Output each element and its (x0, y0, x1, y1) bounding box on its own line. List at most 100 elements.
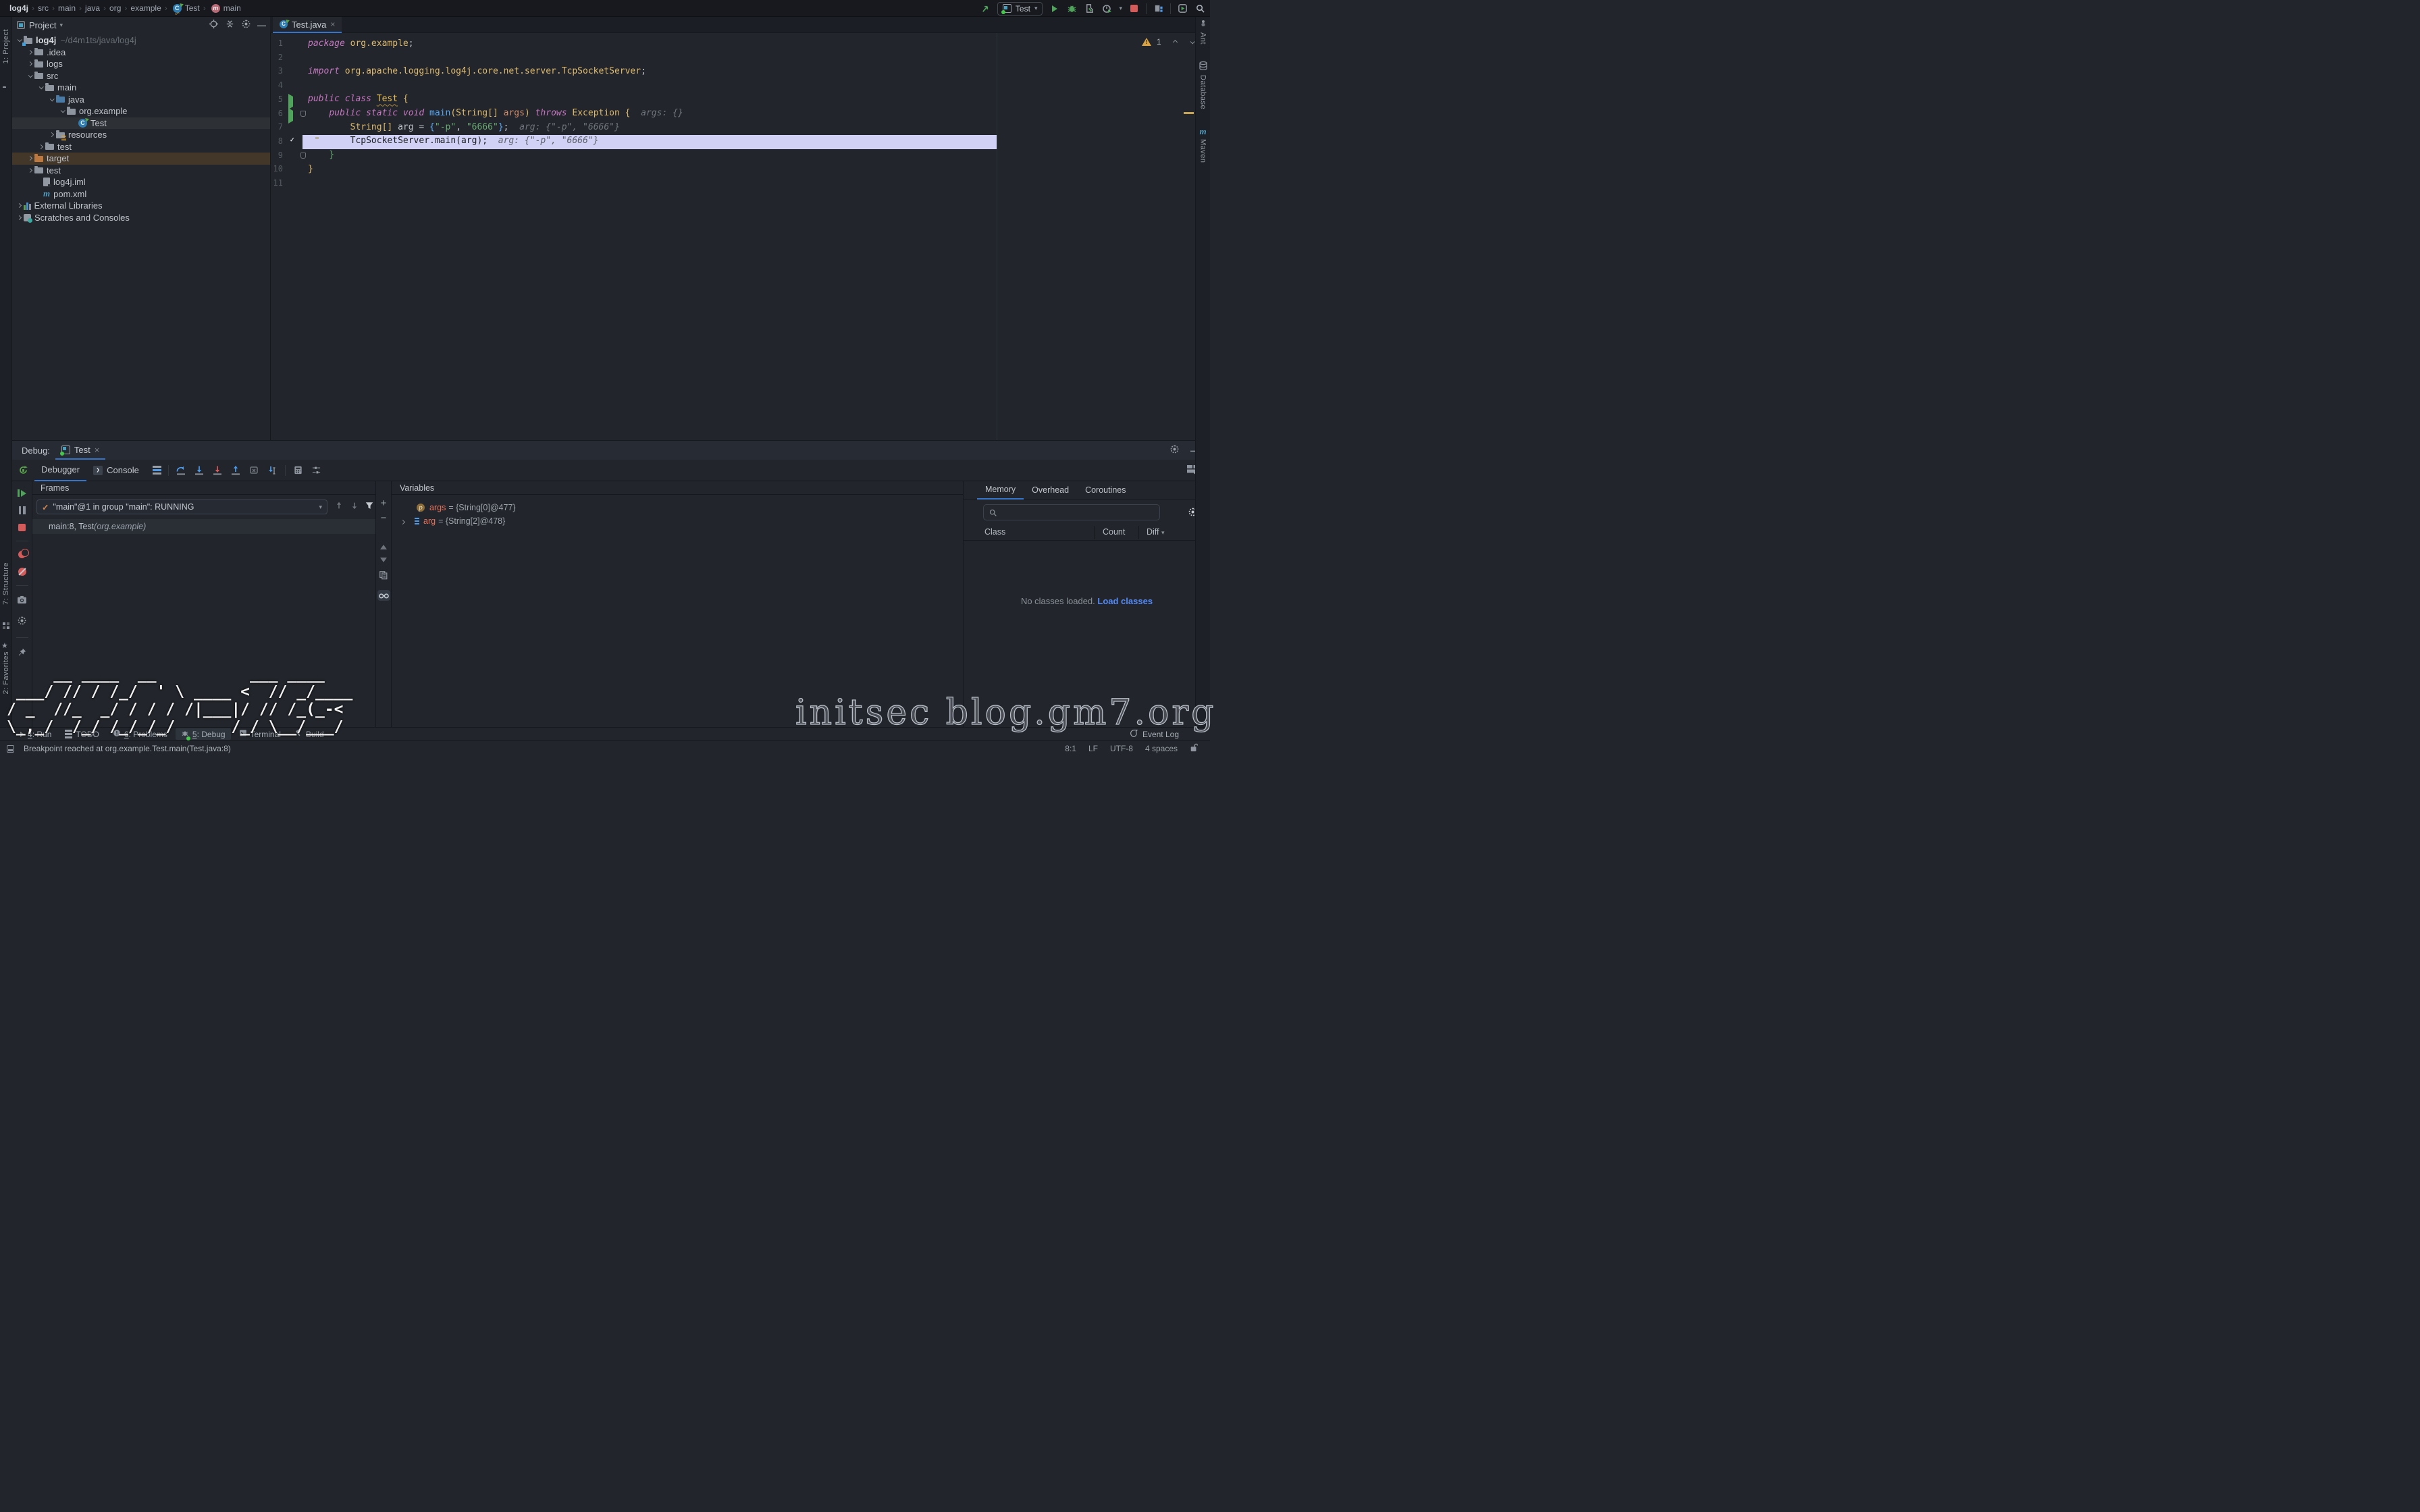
sidebar-item-project[interactable]: 1: Project (2, 29, 10, 65)
move-up-icon[interactable] (380, 545, 387, 549)
lock-open-icon[interactable] (1190, 743, 1198, 754)
run-gutter-icon[interactable] (288, 111, 293, 121)
column-class[interactable]: Class (984, 527, 1005, 537)
tree-row-package[interactable]: org.example (12, 105, 270, 117)
stop-button[interactable] (1128, 3, 1140, 14)
variable-row-arg[interactable]: arg = {String[2]@478} (392, 514, 963, 528)
sidebar-item-favorites[interactable]: 2: Favorites (2, 651, 10, 696)
frame-down-icon[interactable] (350, 501, 359, 512)
breadcrumb-src[interactable]: src (38, 3, 49, 13)
resume-button[interactable] (18, 489, 26, 497)
debug-button[interactable] (1066, 3, 1078, 14)
search-icon[interactable] (1194, 3, 1206, 14)
run-to-cursor-icon[interactable] (267, 464, 278, 476)
tree-row-scratches[interactable]: Scratches and Consoles (12, 212, 270, 224)
caret-position[interactable]: 8:1 (1065, 744, 1076, 753)
hide-panel-icon[interactable]: — (257, 20, 266, 30)
tree-row-target[interactable]: target (12, 153, 270, 165)
tab-memory[interactable]: Memory (977, 481, 1024, 500)
tree-row-root[interactable]: log4j ~/d4m1ts/java/log4j (12, 34, 270, 47)
expand-chevron-icon[interactable] (400, 520, 405, 524)
tree-row-java[interactable]: java (12, 94, 270, 106)
move-down-icon[interactable] (380, 558, 387, 562)
tree-row-logs[interactable]: logs (12, 58, 270, 70)
tree-row-test2-dir[interactable]: test (12, 165, 270, 177)
drop-frame-icon[interactable] (248, 464, 260, 476)
toolwindows-button[interactable] (1153, 3, 1164, 14)
tab-test-java[interactable]: C Test.java × (273, 17, 342, 33)
run-anything-button[interactable] (1177, 3, 1188, 14)
thread-dump-camera-icon[interactable] (17, 595, 27, 606)
filter-funnel-icon[interactable] (365, 501, 374, 512)
code-editor[interactable]: 1package org.example; 2 3import org.apac… (270, 33, 1195, 440)
run-gutter-icon[interactable] (288, 97, 293, 107)
view-breakpoints-icon[interactable] (18, 551, 26, 558)
tree-row-external-libraries[interactable]: External Libraries (12, 200, 270, 212)
evaluate-expression-icon[interactable] (292, 464, 304, 476)
update-app-icon[interactable] (980, 3, 991, 14)
step-over-icon[interactable] (194, 464, 205, 476)
indent-setting[interactable]: 4 spaces (1145, 744, 1178, 753)
collapse-all-icon[interactable] (225, 19, 235, 31)
breadcrumb-main[interactable]: main (58, 3, 76, 13)
tree-row-pom[interactable]: mpom.xml (12, 188, 270, 200)
project-panel-title[interactable]: Project (29, 20, 56, 30)
prev-warning-icon[interactable] (1173, 39, 1178, 44)
close-icon[interactable]: × (95, 445, 100, 455)
frame-row[interactable]: main:8, Test (org.example) (32, 519, 375, 534)
variable-row-args[interactable]: p args = {String[0]@477} (392, 501, 963, 514)
tree-row-idea[interactable]: .idea (12, 47, 270, 59)
load-classes-link[interactable]: Load classes (1097, 596, 1153, 606)
breadcrumb-java[interactable]: java (85, 3, 100, 13)
stop-button[interactable] (18, 524, 26, 531)
tab-console[interactable]: ❯ Console (86, 460, 146, 481)
toolwindow-todo[interactable]: TODO (59, 729, 104, 740)
mute-breakpoints-icon[interactable] (18, 568, 26, 576)
settings-rows-icon[interactable] (311, 464, 322, 476)
breadcrumb-example[interactable]: example (130, 3, 161, 13)
toolwindow-toggle-icon[interactable] (7, 745, 14, 753)
tree-row-test-dir[interactable]: test (12, 141, 270, 153)
toolwindow-run[interactable]: 4: Run (15, 729, 57, 740)
fold-marker-icon[interactable] (300, 153, 306, 159)
profiler-chevron-icon[interactable]: ▾ (1119, 5, 1122, 12)
profiler-button[interactable] (1101, 3, 1113, 14)
toolwindow-build[interactable]: Build (289, 728, 330, 740)
breadcrumb-method-main[interactable]: main (223, 3, 241, 13)
toolwindow-debug[interactable]: 5: Debug (176, 728, 231, 740)
duplicate-icon[interactable] (379, 570, 388, 582)
step-out-icon[interactable] (230, 464, 242, 476)
tab-coroutines[interactable]: Coroutines (1077, 481, 1134, 500)
coverage-button[interactable] (1084, 3, 1095, 14)
sidebar-item-maven[interactable]: Maven (1199, 139, 1207, 165)
watches-glasses-icon[interactable] (377, 590, 390, 601)
thread-selector[interactable]: ✓ "main"@1 in group "main": RUNNING ▾ (36, 500, 327, 514)
sidebar-item-database[interactable]: Database (1199, 75, 1207, 111)
column-count[interactable]: Count (1103, 527, 1125, 537)
add-watch-icon[interactable]: + (381, 500, 387, 507)
pause-button[interactable] (19, 506, 26, 514)
status-message[interactable]: Breakpoint reached at org.example.Test.m… (24, 744, 231, 753)
event-log-button[interactable]: Event Log (1130, 729, 1179, 740)
gear-icon[interactable] (241, 19, 251, 31)
chevron-down-icon[interactable]: ▾ (59, 22, 63, 29)
breadcrumb-project[interactable]: log4j (9, 3, 28, 13)
sidebar-item-ant[interactable]: Ant (1199, 32, 1207, 47)
toolwindow-problems[interactable]: 6: Problems (107, 728, 173, 740)
rerun-icon[interactable] (18, 464, 29, 476)
encoding[interactable]: UTF-8 (1110, 744, 1133, 753)
threads-view-icon[interactable] (153, 466, 161, 475)
line-separator[interactable]: LF (1088, 744, 1098, 753)
tree-row-resources[interactable]: resources (12, 129, 270, 141)
breadcrumb-class-test[interactable]: Test (185, 3, 200, 13)
pin-icon[interactable] (18, 647, 27, 659)
tree-row-src[interactable]: src (12, 70, 270, 82)
scrollbar-warning-mark[interactable] (1184, 112, 1194, 114)
close-icon[interactable]: × (330, 20, 335, 29)
tab-overhead[interactable]: Overhead (1024, 481, 1077, 500)
tree-row-iml[interactable]: log4j.iml (12, 176, 270, 188)
remove-watch-icon[interactable]: − (381, 515, 387, 522)
sidebar-item-structure[interactable]: 7: Structure (2, 562, 10, 607)
run-button[interactable] (1049, 3, 1060, 14)
debug-session-tab[interactable]: Test × (55, 441, 105, 460)
